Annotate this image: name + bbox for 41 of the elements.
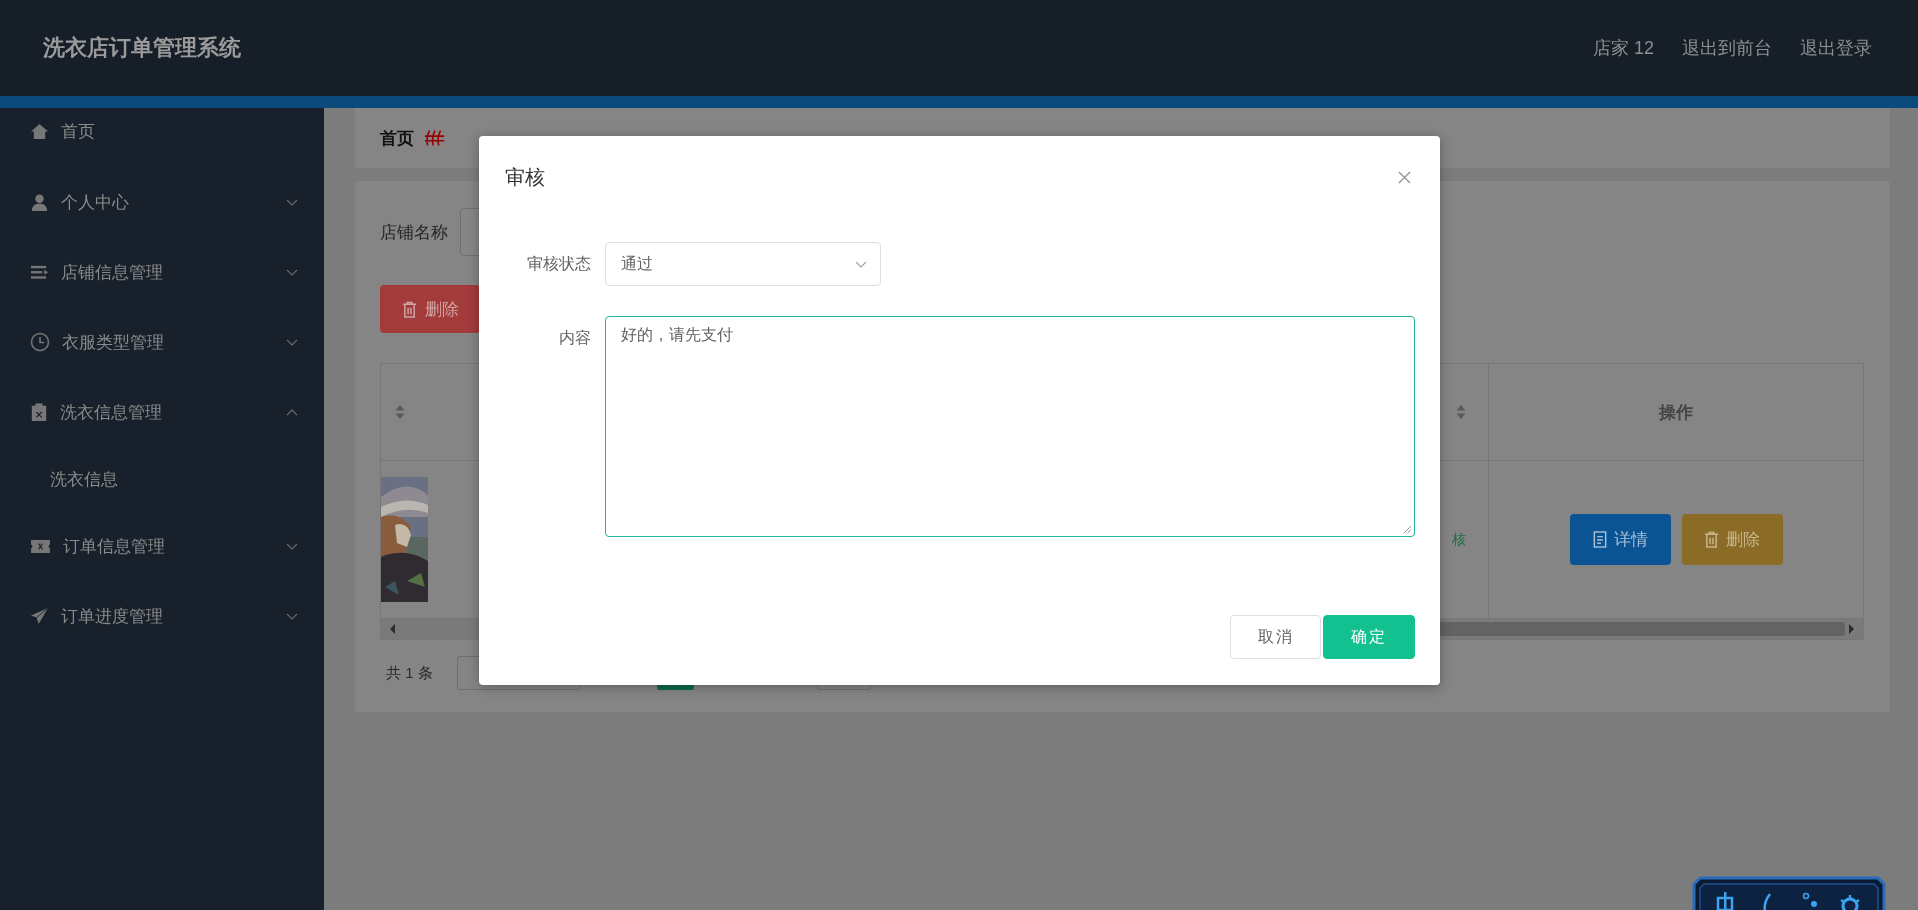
details-button[interactable]: 详情 (1569, 514, 1671, 565)
column-header: 操作 (1488, 364, 1863, 460)
status-text: 核 (1452, 530, 1466, 549)
menu-item[interactable]: 店铺信息管理 (0, 237, 324, 307)
menu-item[interactable]: 洗衣信息管理 (0, 377, 324, 447)
header-link[interactable]: 店家 12 (1592, 36, 1654, 60)
trash-icon (1704, 531, 1719, 548)
person-icon (30, 192, 49, 212)
delete-button[interactable]: 删除 (1681, 514, 1783, 565)
total-count: 共 1 条 (386, 663, 433, 683)
home-icon (30, 121, 49, 141)
delete-button[interactable]: 删除 (380, 285, 480, 333)
menu-item[interactable]: 首页 (0, 108, 324, 154)
separator-icon (424, 128, 446, 148)
resize-grip-icon[interactable] (1403, 525, 1412, 534)
sort-icon[interactable] (395, 404, 405, 420)
close-icon[interactable] (1398, 170, 1411, 184)
status-select[interactable]: 通过 (605, 242, 881, 286)
menu-item[interactable]: 衣服类型管理 (0, 307, 324, 377)
content-textarea[interactable]: 好的，请先支付 (605, 316, 1415, 537)
app-title: 洗衣店订单管理系统 (43, 34, 241, 62)
cancel-button[interactable]: 取消 (1230, 615, 1321, 659)
dialog-title: 审核 (505, 164, 545, 190)
paper-plane-icon (30, 606, 49, 626)
header-link[interactable]: 退出登录 (1800, 36, 1872, 60)
header-link[interactable]: 退出到前台 (1682, 36, 1772, 60)
menu-item[interactable]: 订单进度管理 (0, 581, 324, 651)
menu-item[interactable]: 订单信息管理 (0, 511, 324, 581)
document-icon (1592, 531, 1607, 548)
field-label: 审核状态 (526, 254, 592, 274)
clipboard-icon (30, 402, 48, 422)
breadcrumb-item[interactable]: 首页 (380, 126, 414, 150)
menu-item[interactable]: 个人中心 (0, 167, 324, 237)
ticket-icon (30, 537, 51, 555)
field-label: 内容 (558, 328, 592, 348)
trash-icon (401, 300, 417, 318)
clock-icon (30, 332, 50, 352)
field-label: 店铺名称 (380, 221, 448, 244)
chevron-icon (855, 260, 867, 268)
sort-icon[interactable] (1456, 404, 1466, 420)
submenu-item[interactable]: 洗衣信息 (0, 447, 324, 511)
